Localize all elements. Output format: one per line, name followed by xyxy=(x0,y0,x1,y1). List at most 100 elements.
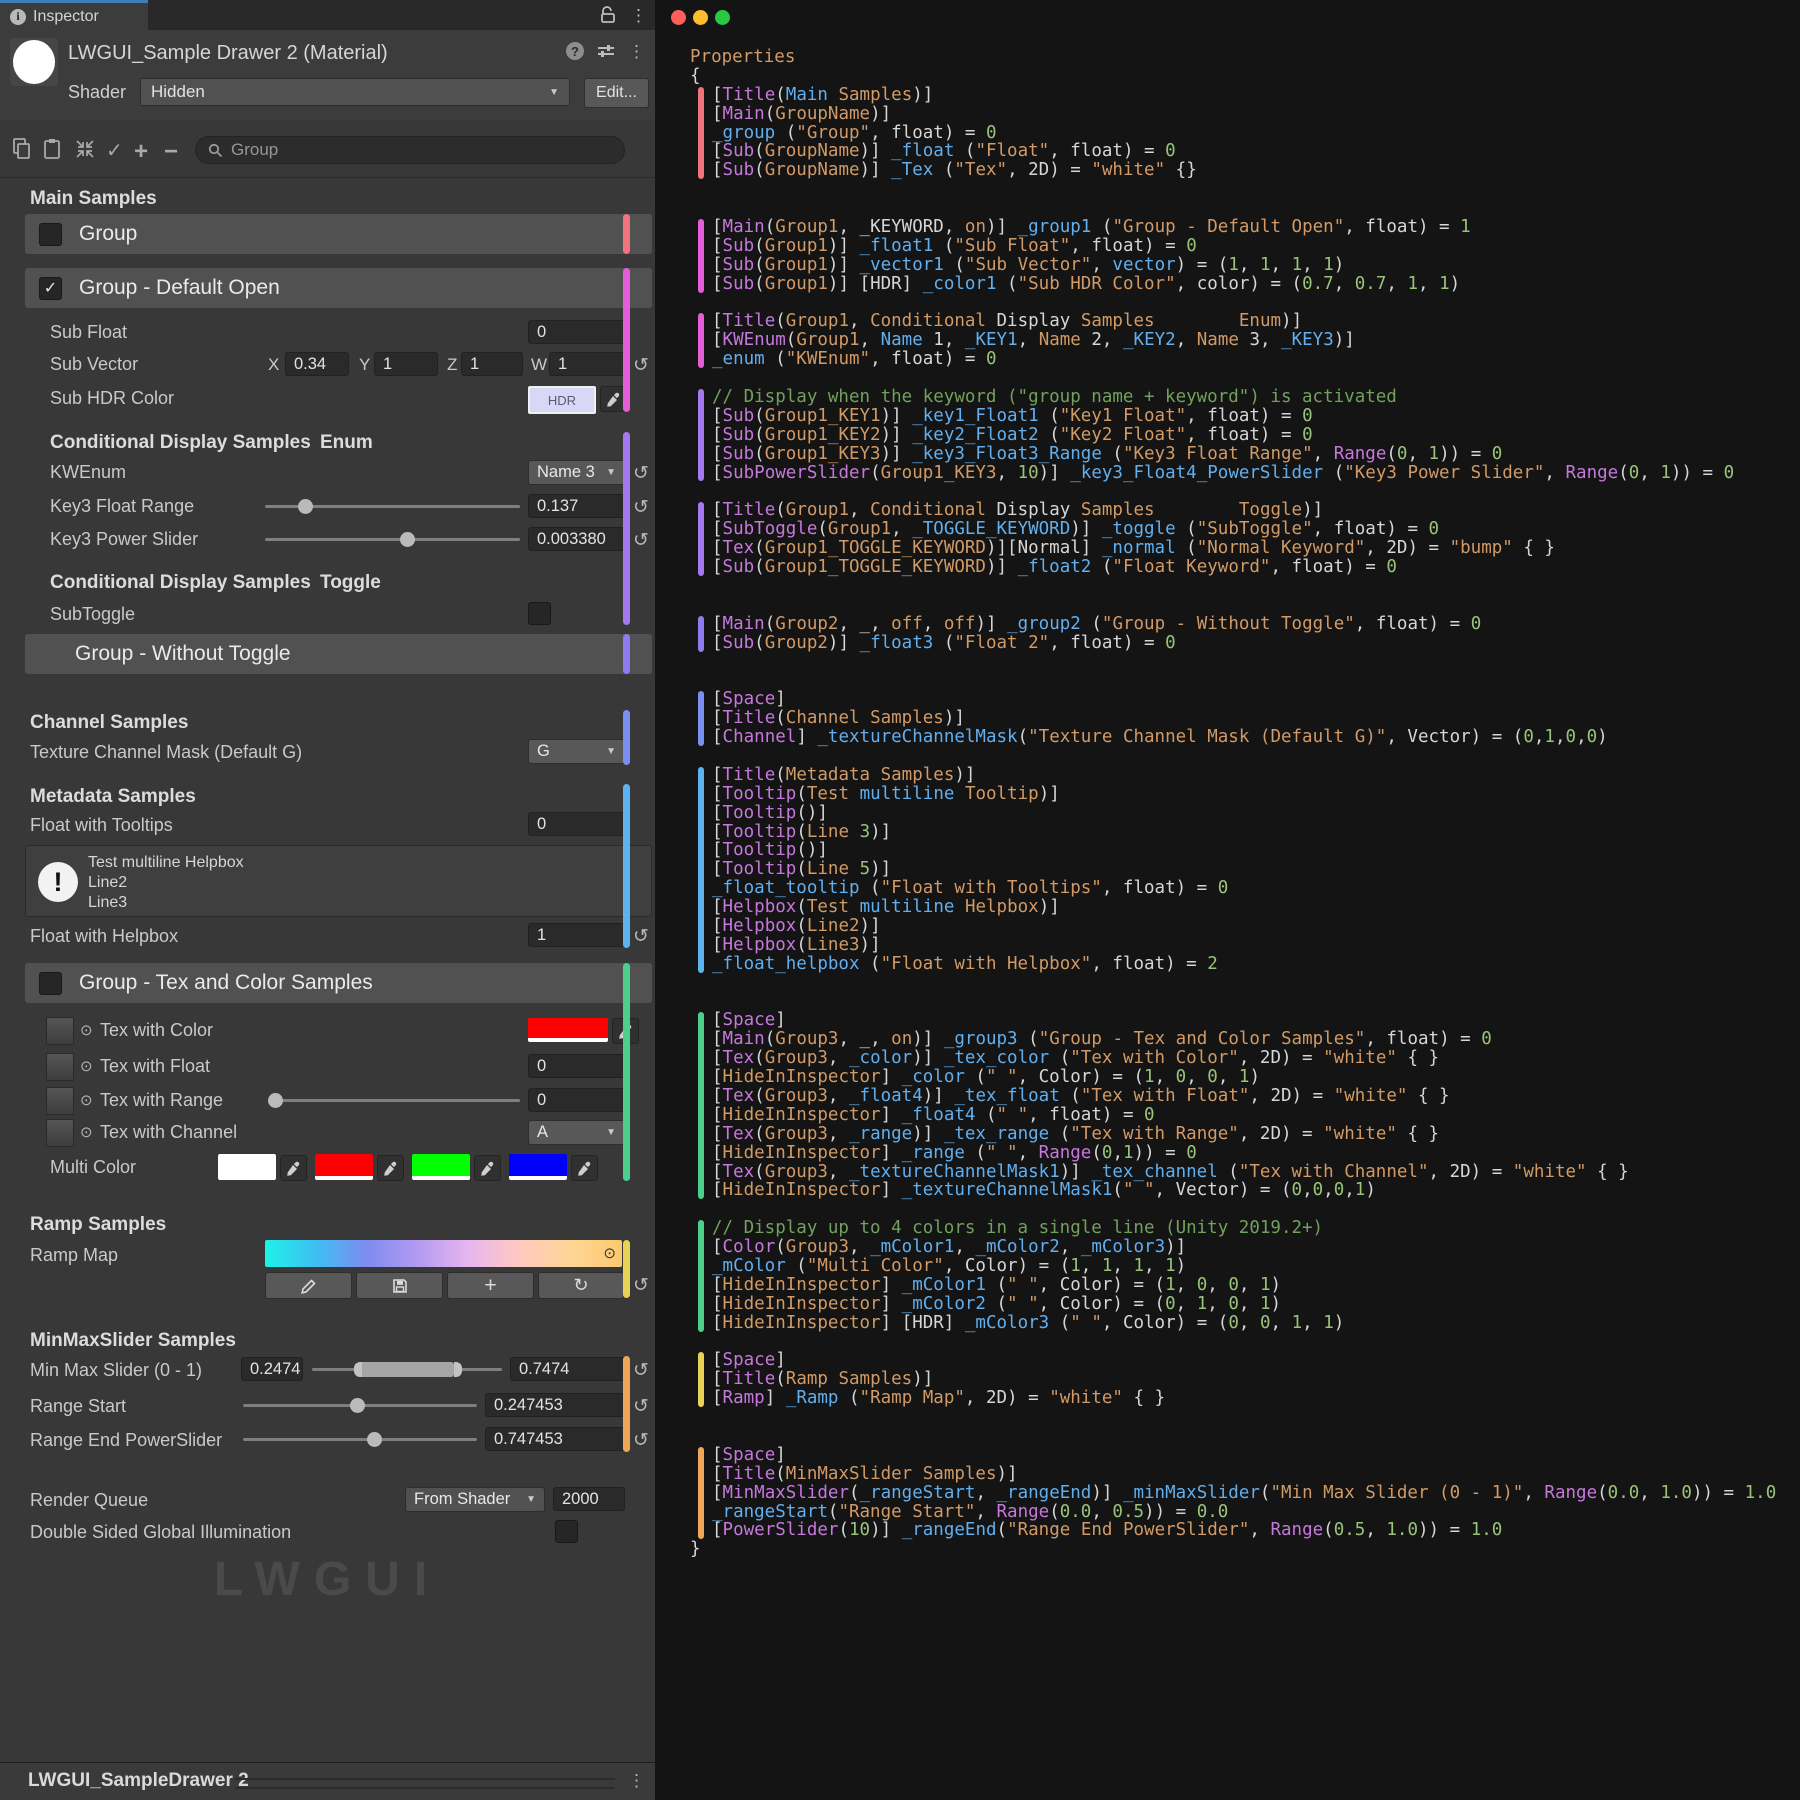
sub-float-field[interactable]: 0 xyxy=(528,320,625,344)
texture-channel-mask-dropdown[interactable]: G▼ xyxy=(528,739,625,764)
tex-with-range-label: Tex with Range xyxy=(100,1090,223,1111)
revert-icon[interactable]: ↺ xyxy=(629,1274,653,1297)
sub-vector-z-field[interactable]: 1 xyxy=(461,352,523,376)
multi-color-swatch-1[interactable] xyxy=(218,1154,276,1180)
multi-color-swatch-2[interactable] xyxy=(315,1154,373,1180)
subtoggle-checkbox[interactable] xyxy=(528,602,551,625)
kwenum-dropdown[interactable]: Name 3▼ xyxy=(528,460,625,485)
minmax-slider[interactable] xyxy=(312,1357,502,1381)
range-start-field[interactable]: 0.247453 xyxy=(485,1393,625,1417)
group-default-open-checkbox[interactable]: ✓ xyxy=(39,277,62,300)
ramp-add-button[interactable]: + xyxy=(447,1272,534,1299)
object-picker-icon[interactable]: ⊙ xyxy=(80,1091,93,1109)
minmax-min-field[interactable]: 0.2474 xyxy=(241,1357,303,1381)
revert-icon[interactable]: ↺ xyxy=(629,1429,653,1452)
unlock-icon[interactable] xyxy=(600,6,616,24)
group-checkbox[interactable] xyxy=(39,223,62,246)
key3-power-slider[interactable] xyxy=(265,527,520,551)
material-preview[interactable] xyxy=(10,38,58,86)
edit-shader-button[interactable]: Edit... xyxy=(584,78,649,108)
texture-slot[interactable] xyxy=(46,1053,74,1081)
sub-vector-y-field[interactable]: 1 xyxy=(374,352,438,376)
tab-inspector[interactable]: i Inspector xyxy=(0,0,148,30)
group-without-toggle-header[interactable]: Group - Without Toggle xyxy=(25,634,652,674)
material-menu-icon[interactable]: ⋮ xyxy=(628,43,645,60)
tex-with-range-slider[interactable] xyxy=(270,1088,520,1112)
shader-value: Hidden xyxy=(151,82,205,102)
group-header[interactable]: Group xyxy=(25,214,652,254)
eyedropper-icon[interactable] xyxy=(280,1155,307,1181)
revert-icon[interactable]: ↺ xyxy=(629,1395,653,1418)
sub-vector-x-field[interactable]: 0.34 xyxy=(285,352,349,376)
minmax-max-field[interactable]: 0.7474 xyxy=(510,1357,625,1381)
revert-icon[interactable]: ↺ xyxy=(629,354,653,377)
tab-menu-icon[interactable]: ⋮ xyxy=(630,7,647,24)
ramp-refresh-button[interactable]: ↻ xyxy=(538,1272,624,1299)
paste-icon[interactable] xyxy=(42,138,62,160)
footer-title: LWGUI_SampleDrawer 2 xyxy=(28,1770,249,1792)
ramp-save-button[interactable] xyxy=(356,1272,443,1299)
object-picker-icon[interactable]: ⊙ xyxy=(80,1057,93,1075)
section-cond-enum: Conditional Display Samples xyxy=(50,432,311,454)
presets-icon[interactable] xyxy=(597,42,615,60)
shader-dropdown[interactable]: Hidden ▼ xyxy=(140,78,570,106)
revert-icon[interactable]: ↺ xyxy=(629,496,653,519)
range-end-field[interactable]: 0.747453 xyxy=(485,1427,625,1451)
check-icon: ✓ xyxy=(44,278,57,298)
float-tooltips-field[interactable]: 0 xyxy=(528,812,625,836)
revert-icon[interactable]: ↺ xyxy=(629,925,653,948)
object-picker-icon[interactable]: ⊙ xyxy=(603,1244,616,1262)
eyedropper-icon[interactable] xyxy=(377,1155,404,1181)
hdr-color-swatch[interactable]: HDR xyxy=(528,386,596,414)
accent-bar-group1 xyxy=(623,268,630,412)
window-zoom-icon[interactable] xyxy=(715,10,730,25)
copy-icon[interactable] xyxy=(12,138,32,160)
eyedropper-icon[interactable] xyxy=(474,1155,501,1181)
checkout-icon[interactable]: ✓ xyxy=(106,138,123,163)
drag-handle[interactable] xyxy=(235,1778,615,1789)
help-icon[interactable]: ? xyxy=(566,42,584,60)
multi-color-swatch-4[interactable] xyxy=(509,1154,567,1180)
group-tex-color-checkbox[interactable] xyxy=(39,972,62,995)
key3-range-field[interactable]: 0.137 xyxy=(528,494,625,518)
texture-slot[interactable] xyxy=(46,1119,74,1147)
window-minimize-icon[interactable] xyxy=(693,10,708,25)
ramp-gradient[interactable]: ⊙ xyxy=(265,1240,622,1267)
float-helpbox-field[interactable]: 1 xyxy=(528,923,625,947)
collapse-icon[interactable] xyxy=(74,138,96,160)
ramp-edit-button[interactable] xyxy=(265,1272,352,1299)
multi-color-swatch-3[interactable] xyxy=(412,1154,470,1180)
key3-range-slider[interactable] xyxy=(265,494,520,518)
texture-slot[interactable] xyxy=(46,1017,74,1045)
object-picker-icon[interactable]: ⊙ xyxy=(80,1123,93,1141)
group-tex-color-header[interactable]: Group - Tex and Color Samples xyxy=(25,963,652,1003)
render-queue-field[interactable]: 2000 xyxy=(553,1487,625,1511)
tex-with-range-field[interactable]: 0 xyxy=(528,1088,625,1112)
eyedropper-icon[interactable] xyxy=(571,1155,598,1181)
revert-icon[interactable]: ↺ xyxy=(629,1359,653,1382)
render-queue-dropdown[interactable]: From Shader▼ xyxy=(405,1487,545,1512)
tex-with-channel-dropdown[interactable]: A▼ xyxy=(528,1120,625,1145)
key3-range-label: Key3 Float Range xyxy=(50,496,194,517)
range-end-slider[interactable] xyxy=(243,1427,477,1451)
tex-with-float-field[interactable]: 0 xyxy=(528,1054,625,1078)
tex-color-swatch[interactable] xyxy=(528,1018,608,1042)
section-metadata-samples: Metadata Samples xyxy=(30,786,196,808)
revert-icon[interactable]: ↺ xyxy=(629,529,653,552)
material-footer[interactable]: LWGUI_SampleDrawer 2 ⋮ xyxy=(0,1762,655,1800)
group-tex-color-label: Group - Tex and Color Samples xyxy=(79,971,373,995)
group-default-open-header[interactable]: ✓ Group - Default Open xyxy=(25,268,652,308)
sub-vector-w-field[interactable]: 1 xyxy=(549,352,625,376)
key3-power-field[interactable]: 0.003380 xyxy=(528,527,625,551)
range-start-slider[interactable] xyxy=(243,1393,477,1417)
footer-menu-icon[interactable]: ⋮ xyxy=(628,1772,645,1789)
search-input[interactable]: Group xyxy=(195,136,625,164)
add-icon[interactable]: + xyxy=(134,138,148,166)
texture-slot[interactable] xyxy=(46,1087,74,1115)
revert-icon[interactable]: ↺ xyxy=(629,462,653,485)
info-icon: i xyxy=(10,9,26,25)
remove-icon[interactable]: − xyxy=(164,138,178,166)
object-picker-icon[interactable]: ⊙ xyxy=(80,1021,93,1039)
dsgi-checkbox[interactable] xyxy=(555,1520,578,1543)
window-close-icon[interactable] xyxy=(671,10,686,25)
